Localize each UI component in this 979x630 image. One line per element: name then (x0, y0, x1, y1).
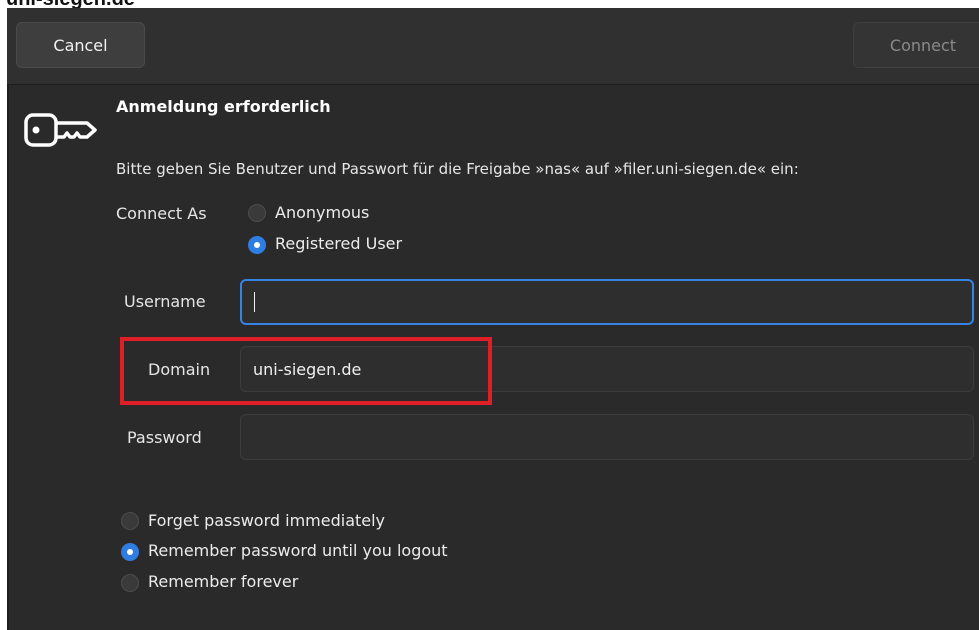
username-label: Username (124, 292, 206, 311)
radio-registered-user-label[interactable]: Registered User (275, 234, 402, 253)
password-label: Password (127, 428, 202, 447)
radio-registered-user[interactable] (248, 236, 266, 254)
authentication-dialog: Cancel Connect Anmeldung erforderlich Bi… (7, 8, 979, 630)
dialog-edge (7, 8, 9, 630)
radio-anonymous[interactable] (248, 204, 266, 222)
connect-as-label: Connect As (116, 204, 207, 223)
radio-remember-until-logout-label[interactable]: Remember password until you logout (148, 541, 448, 560)
radio-forget-immediately-label[interactable]: Forget password immediately (148, 511, 385, 530)
connect-button[interactable]: Connect (853, 22, 979, 68)
radio-forget-immediately[interactable] (121, 512, 139, 530)
radio-remember-forever-label[interactable]: Remember forever (148, 572, 298, 591)
dialog-headerbar: Cancel Connect (7, 8, 979, 85)
username-input[interactable] (240, 279, 974, 325)
password-input[interactable] (240, 414, 974, 460)
radio-remember-forever[interactable] (121, 574, 139, 592)
dialog-title: Anmeldung erforderlich (116, 97, 331, 116)
radio-remember-until-logout[interactable] (121, 543, 139, 561)
dialog-message: Bitte geben Sie Benutzer und Passwort fü… (116, 160, 799, 178)
radio-anonymous-label[interactable]: Anonymous (275, 203, 369, 222)
text-caret (254, 292, 255, 312)
domain-highlight-annotation (120, 337, 492, 405)
cancel-button[interactable]: Cancel (16, 22, 145, 68)
key-icon (24, 113, 97, 147)
